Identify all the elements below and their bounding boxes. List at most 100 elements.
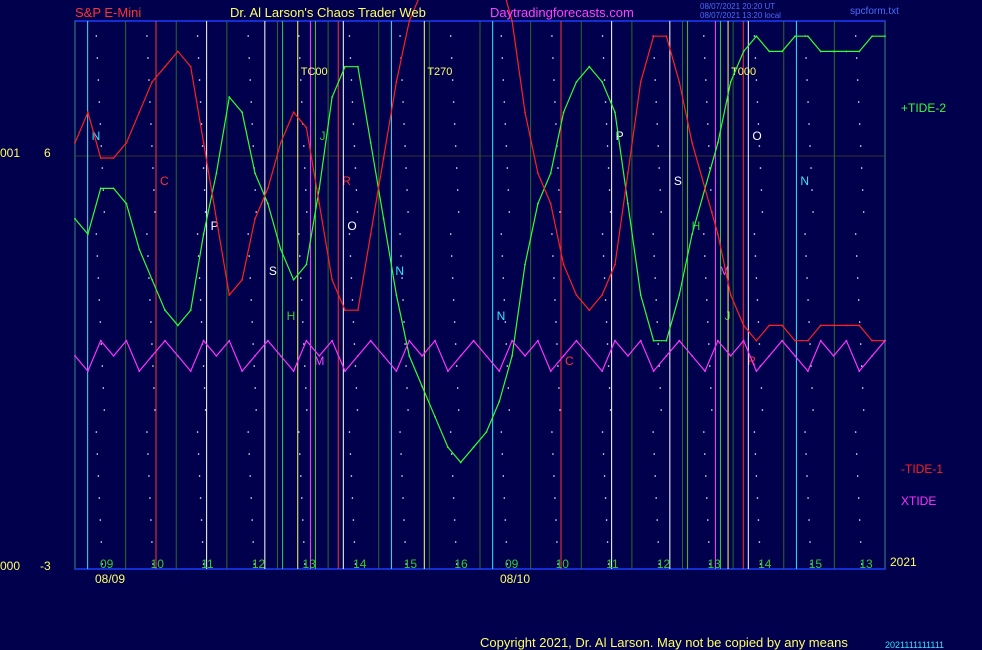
series-point	[626, 354, 629, 357]
series-point	[86, 233, 89, 236]
star-dot	[806, 79, 808, 81]
star-dot	[757, 519, 760, 521]
star-dot	[708, 343, 710, 345]
star-dot	[151, 145, 153, 147]
scramble-text: 2021111111111	[885, 640, 945, 650]
star-dot	[351, 497, 354, 499]
star-dot	[757, 321, 760, 323]
planet-letter: N	[800, 174, 809, 188]
star-dot	[101, 365, 104, 367]
series-point	[318, 187, 321, 190]
star-dot	[555, 321, 557, 323]
site-link[interactable]: Daytradingforecasts.com	[490, 5, 634, 20]
star-dot	[607, 365, 610, 367]
series-point	[305, 339, 308, 342]
series-point	[395, 80, 398, 83]
star-dot	[348, 431, 351, 433]
star-dot	[858, 321, 861, 323]
hour-tick-label: 14	[353, 557, 367, 571]
star-dot	[704, 255, 706, 257]
series-point	[459, 354, 462, 357]
star-dot	[862, 211, 865, 213]
series-point	[819, 324, 822, 327]
star-dot	[451, 475, 454, 477]
star-dot	[100, 343, 103, 345]
star-dot	[855, 57, 858, 59]
star-dot	[407, 409, 409, 411]
series-point	[99, 339, 102, 342]
series-point	[588, 354, 591, 357]
star-dot	[858, 519, 861, 521]
star-dot	[98, 299, 101, 301]
star-dot	[399, 35, 401, 37]
series-point	[215, 354, 218, 357]
star-dot	[554, 299, 556, 301]
star-dot	[503, 497, 506, 499]
star-dot	[555, 519, 557, 521]
series-point	[151, 80, 154, 83]
series-point	[318, 202, 321, 205]
star-dot	[305, 387, 307, 389]
series-point	[858, 324, 861, 327]
series-point	[536, 339, 539, 342]
hour-tick-label: 15	[404, 557, 418, 571]
series-point	[845, 324, 848, 327]
star-dot	[199, 101, 202, 103]
series-point	[652, 339, 655, 342]
star-dot	[755, 79, 758, 81]
star-dot	[756, 299, 759, 301]
copyright: Copyright 2021, Dr. Al Larson. May not b…	[480, 635, 848, 650]
star-dot	[198, 277, 201, 279]
planet-letter: J	[319, 129, 325, 143]
star-dot	[301, 497, 303, 499]
series-point	[266, 339, 269, 342]
star-dot	[251, 519, 253, 521]
star-dot	[655, 101, 657, 103]
star-dot	[401, 277, 403, 279]
series-point	[614, 263, 616, 266]
star-dot	[201, 145, 204, 147]
star-dot	[656, 321, 658, 323]
series-point	[601, 370, 604, 373]
star-dot	[704, 453, 706, 455]
star-dot	[703, 233, 705, 235]
star-dot	[551, 35, 553, 37]
star-dot	[551, 233, 553, 235]
star-dot	[404, 541, 406, 543]
star-dot	[705, 79, 707, 81]
star-dot	[146, 431, 148, 433]
star-dot	[659, 189, 661, 191]
star-dot	[199, 299, 202, 301]
star-dot	[98, 497, 101, 499]
series-point	[176, 324, 179, 327]
star-dot	[350, 277, 353, 279]
series-label: -TIDE-1	[901, 462, 943, 476]
planet-letter: S	[269, 264, 277, 278]
star-dot	[761, 409, 764, 411]
star-dot	[454, 541, 457, 543]
star-dot	[554, 497, 556, 499]
star-dot	[153, 387, 155, 389]
star-dot	[352, 321, 355, 323]
star-dot	[252, 343, 254, 345]
star-dot	[707, 519, 709, 521]
star-dot	[299, 453, 301, 455]
series-point	[665, 354, 668, 357]
star-dot	[252, 541, 254, 543]
star-dot	[808, 519, 810, 521]
star-dot	[302, 321, 304, 323]
star-dot	[806, 475, 808, 477]
series-point	[588, 65, 591, 68]
series-point	[691, 354, 694, 357]
star-dot	[601, 233, 604, 235]
star-dot	[505, 145, 508, 147]
series-point	[382, 217, 385, 220]
axis-top-code: 001	[0, 146, 21, 160]
series-point	[781, 50, 784, 53]
star-dot	[300, 79, 302, 81]
star-dot	[500, 431, 503, 433]
star-dot	[149, 299, 151, 301]
series-point	[151, 354, 154, 357]
series-point	[266, 187, 269, 190]
star-dot	[812, 409, 814, 411]
